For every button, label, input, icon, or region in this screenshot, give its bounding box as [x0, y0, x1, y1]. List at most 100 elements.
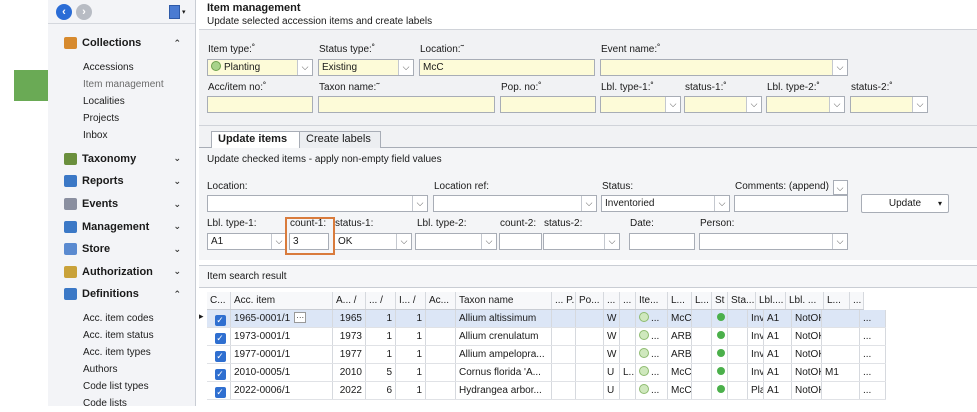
chevron-down-icon[interactable]: ⌄ — [173, 221, 181, 232]
row-checkbox-cell[interactable]: ✓ — [207, 346, 231, 363]
chevron-down-icon[interactable]: ⌵ — [746, 97, 761, 112]
chevron-down-icon[interactable]: ⌵ — [412, 196, 427, 211]
date-input[interactable] — [629, 233, 695, 250]
grid-column-header[interactable]: C... — [207, 292, 231, 309]
sidebar-section-reports[interactable]: Reports ⌄ — [48, 170, 195, 193]
sidebar-section-definitions[interactable]: Definitions ⌃ — [48, 283, 195, 306]
lbl-type1-filter-select[interactable]: ⌵ — [600, 96, 681, 113]
item-type-select[interactable]: Planting ⌵ — [207, 59, 313, 76]
event-name-select[interactable]: ⌵ — [600, 59, 848, 76]
sidebar-item-accessions[interactable]: Accessions — [48, 59, 195, 76]
panel-selector-button[interactable]: ▾ — [169, 4, 189, 20]
forward-icon[interactable]: › — [76, 3, 92, 20]
grid-column-header[interactable]: ... — [620, 292, 636, 309]
sidebar-item-localities[interactable]: Localities — [48, 93, 195, 110]
chevron-down-icon[interactable]: ⌵ — [581, 196, 596, 211]
grid-column-header[interactable]: I... / — [396, 292, 426, 309]
grid-column-header[interactable]: ... / — [366, 292, 396, 309]
location-filter-input[interactable]: McC — [419, 59, 595, 76]
status1-filter-select[interactable]: ⌵ — [684, 96, 762, 113]
grid-column-header[interactable]: Acc. item — [231, 292, 333, 309]
grid-column-header[interactable]: Ite... — [636, 292, 668, 309]
sidebar-item-acc-item-codes[interactable]: Acc. item codes — [48, 310, 195, 327]
sidebar-section-authorization[interactable]: Authorization ⌄ — [48, 261, 195, 284]
status-type-select[interactable]: Existing ⌵ — [318, 59, 414, 76]
status1-update-select[interactable]: OK ⌵ — [334, 233, 412, 250]
chevron-down-icon[interactable]: ⌵ — [396, 234, 411, 249]
chevron-down-icon[interactable]: ⌄ — [173, 244, 181, 255]
grid-column-header[interactable]: Ac... — [426, 292, 456, 309]
grid-column-header[interactable]: A... / — [333, 292, 366, 309]
location-update-select[interactable]: ⌵ — [207, 195, 428, 212]
table-row[interactable]: ✓ 1965-0001/1 ··· 1965 1 1 Allium altissimum W.… — [207, 310, 886, 328]
count2-input[interactable] — [499, 233, 542, 250]
checkbox-checked-icon[interactable]: ✓ — [214, 387, 226, 398]
table-row[interactable]: ✓ 1973-0001/1 1973 1 1 Allium crenulatum W... A… — [207, 328, 886, 346]
checkbox-checked-icon[interactable]: ✓ — [214, 315, 226, 326]
back-icon[interactable]: ‹ — [56, 3, 72, 20]
lbl-type2-update-select[interactable]: ⌵ — [415, 233, 497, 250]
lbl-type2-filter-select[interactable]: ⌵ — [766, 96, 845, 113]
sidebar-section-events[interactable]: Events ⌄ — [48, 193, 195, 216]
sidebar-section-collections[interactable]: Collections ⌃ — [48, 32, 195, 55]
chevron-down-icon[interactable]: ⌵ — [398, 60, 413, 75]
grid-column-header[interactable]: Sta... — [728, 292, 756, 309]
lbl-type1-update-select[interactable]: A1 ⌵ — [207, 233, 287, 250]
checkbox-checked-icon[interactable]: ✓ — [214, 333, 226, 344]
person-select[interactable]: ⌵ — [699, 233, 848, 250]
sidebar-item-authors[interactable]: Authors — [48, 361, 195, 378]
chevron-down-icon[interactable]: ⌄ — [173, 266, 181, 277]
grid-column-header[interactable]: L... — [692, 292, 712, 309]
grid-column-header[interactable]: L... — [668, 292, 692, 309]
table-row[interactable]: ✓ 2010-0005/1 2010 5 1 Cornus florida 'A... U L… — [207, 364, 886, 382]
row-checkbox-cell[interactable]: ✓ — [207, 382, 231, 399]
grid-column-header[interactable]: ... — [604, 292, 620, 309]
status2-filter-select[interactable]: ⌵ — [850, 96, 928, 113]
status-update-select[interactable]: Inventoried ⌵ — [601, 195, 730, 212]
grid-column-header[interactable]: Lbl.... — [756, 292, 786, 309]
chevron-up-icon[interactable]: ⌃ — [173, 38, 181, 49]
update-button[interactable]: Update ▾ — [861, 194, 949, 213]
chevron-down-icon[interactable]: ⌵ — [832, 234, 847, 249]
chevron-down-icon[interactable]: ⌄ — [173, 176, 181, 187]
chevron-down-icon[interactable]: ⌵ — [832, 60, 847, 75]
table-row[interactable]: ✓ 1977-0001/1 1977 1 1 Allium ampelopra... W..… — [207, 346, 886, 364]
tab-create-labels[interactable]: Create labels — [299, 131, 381, 148]
sidebar-section-taxonomy[interactable]: Taxonomy ⌄ — [48, 148, 195, 171]
chevron-down-icon[interactable]: ⌵ — [271, 234, 286, 249]
sidebar-item-acc-item-types[interactable]: Acc. item types — [48, 344, 195, 361]
chevron-down-icon[interactable]: ⌄ — [173, 153, 181, 164]
sidebar-item-code-list-types[interactable]: Code list types — [48, 378, 195, 395]
chevron-down-icon[interactable]: ⌵ — [297, 60, 312, 75]
grid-column-header[interactable]: St — [712, 292, 728, 309]
pop-no-input[interactable] — [500, 96, 596, 113]
sidebar-item-inbox[interactable]: Inbox — [48, 127, 195, 144]
taxon-name-input[interactable] — [318, 96, 495, 113]
sidebar-section-store[interactable]: Store ⌄ — [48, 238, 195, 261]
row-checkbox-cell[interactable]: ✓ — [207, 310, 231, 327]
sidebar-section-management[interactable]: Management ⌄ — [48, 215, 195, 238]
chevron-down-icon[interactable]: ⌵ — [834, 181, 847, 194]
chevron-down-icon[interactable]: ⌵ — [665, 97, 680, 112]
comments-history-select[interactable]: ⌵ — [833, 180, 848, 195]
row-checkbox-cell[interactable]: ✓ — [207, 328, 231, 345]
chevron-down-icon[interactable]: ⌵ — [912, 97, 927, 112]
more-icon[interactable]: ··· — [294, 312, 307, 323]
grid-column-header[interactable]: ... P... — [552, 292, 576, 309]
tab-update-items[interactable]: Update items — [211, 131, 307, 149]
table-row[interactable]: ✓ 2022-0006/1 2022 6 1 Hydrangea arbor... U...… — [207, 382, 886, 400]
comments-input[interactable] — [734, 195, 848, 212]
chevron-down-icon[interactable]: ⌄ — [173, 199, 181, 210]
row-checkbox-cell[interactable]: ✓ — [207, 364, 231, 381]
sidebar-item-acc-item-status[interactable]: Acc. item status — [48, 327, 195, 344]
sidebar-item-projects[interactable]: Projects — [48, 110, 195, 127]
chevron-up-icon[interactable]: ⌃ — [173, 289, 181, 300]
chevron-down-icon[interactable]: ⌵ — [604, 234, 619, 249]
acc-item-no-input[interactable] — [207, 96, 313, 113]
grid-column-header[interactable]: Po... — [576, 292, 604, 309]
chevron-down-icon[interactable]: ⌵ — [714, 196, 729, 211]
sidebar-item-item-management[interactable]: Item management — [48, 76, 195, 93]
grid-column-header[interactable]: Lbl. ... — [786, 292, 824, 309]
location-ref-select[interactable]: ⌵ — [433, 195, 597, 212]
chevron-down-icon[interactable]: ⌵ — [481, 234, 496, 249]
